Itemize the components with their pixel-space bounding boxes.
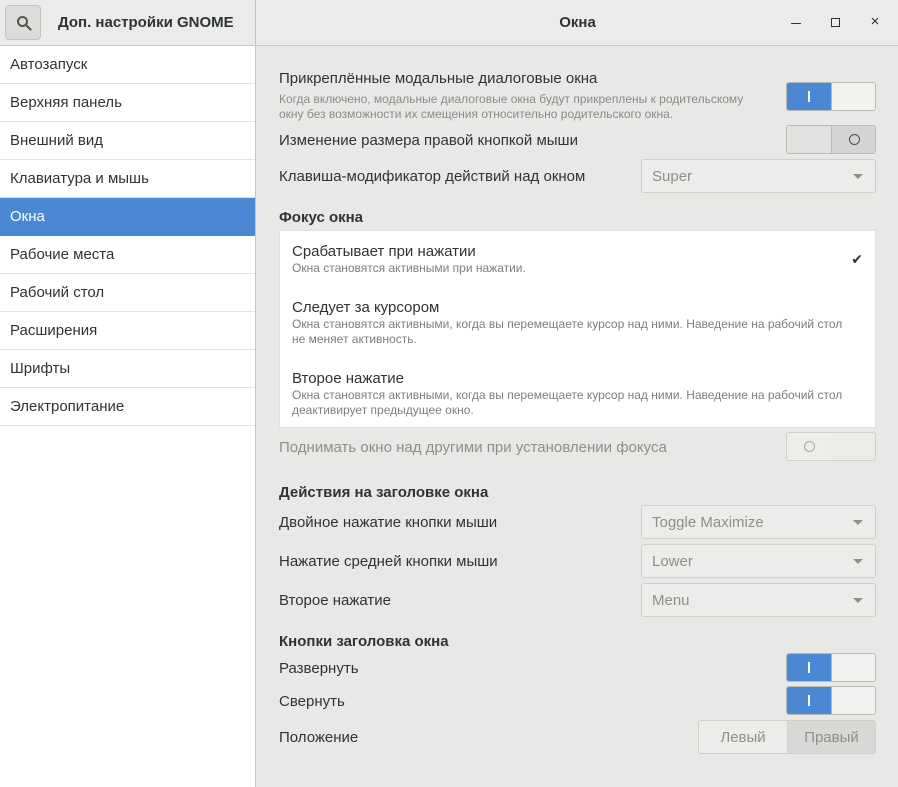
switch-on-half <box>787 687 831 714</box>
switch-on-indicator <box>808 695 810 706</box>
placement-right-button[interactable]: Правый <box>787 720 876 754</box>
focus-section-title: Фокус окна <box>279 209 364 226</box>
focus-mode-list: Срабатывает при нажатии Окна становятся … <box>279 230 876 428</box>
sidebar-item-label: Окна <box>10 208 45 225</box>
sidebar-item-windows[interactable]: Окна <box>0 198 255 236</box>
chevron-down-icon <box>853 520 863 525</box>
header-bar: Доп. настройки GNOME Окна × <box>0 0 898 46</box>
modifier-key-dropdown[interactable]: Super <box>641 159 876 193</box>
raise-on-focus-switch[interactable] <box>786 432 876 461</box>
sidebar-item-top-bar[interactable]: Верхняя панель <box>0 84 255 122</box>
attach-modal-desc-line1: Когда включено, модальные диалоговые окн… <box>279 92 744 106</box>
close-button[interactable]: × <box>865 12 885 32</box>
switch-on-half <box>787 126 831 153</box>
maximize-icon <box>830 17 840 27</box>
sidebar: Автозапуск Верхняя панель Внешний вид Кл… <box>0 46 256 787</box>
double-click-dropdown[interactable]: Toggle Maximize <box>641 505 876 539</box>
maximize-label: Развернуть <box>279 660 359 677</box>
maximize-button[interactable] <box>825 12 845 32</box>
focus-option-title: Следует за курсором <box>292 299 440 316</box>
sidebar-item-power[interactable]: Электропитание <box>0 388 255 426</box>
middle-click-dropdown[interactable]: Lower <box>641 544 876 578</box>
minimize-button[interactable] <box>786 12 806 32</box>
focus-option-secondary[interactable]: Второе нажатие Окна становятся активными… <box>292 370 867 418</box>
attach-modal-switch[interactable] <box>786 82 876 111</box>
focus-option-desc: Окна становятся активными, когда вы пере… <box>292 388 867 418</box>
switch-off-half <box>787 433 831 460</box>
sidebar-item-workspaces[interactable]: Рабочие места <box>0 236 255 274</box>
placement-right-label: Правый <box>804 728 859 746</box>
minimize-label: Свернуть <box>279 693 345 710</box>
sidebar-item-label: Рабочие места <box>10 246 115 263</box>
focus-option-desc-line2: деактивирует предыдущее окно. <box>292 403 474 417</box>
sidebar-item-fonts[interactable]: Шрифты <box>0 350 255 388</box>
sidebar-item-label: Рабочий стол <box>10 284 105 301</box>
focus-option-desc-line1: Окна становятся активными, когда вы пере… <box>292 317 843 331</box>
switch-off-half <box>831 687 875 714</box>
sidebar-item-label: Шрифты <box>10 360 71 377</box>
placement-left-button[interactable]: Левый <box>698 720 788 754</box>
secondary-click-value: Menu <box>652 592 690 609</box>
switch-off-half <box>831 83 875 110</box>
maximize-switch[interactable] <box>786 653 876 682</box>
titlebar-actions-section-title: Действия на заголовке окна <box>279 484 489 501</box>
focus-option-desc: Окна становятся активными при нажатии. <box>292 261 526 275</box>
switch-off-half <box>831 126 875 153</box>
search-button[interactable] <box>5 5 41 40</box>
minimize-switch[interactable] <box>786 686 876 715</box>
switch-off-indicator <box>849 134 860 145</box>
modifier-key-label: Клавиша-модификатор действий над окном <box>279 168 586 185</box>
switch-on-indicator <box>808 662 810 673</box>
sidebar-item-label: Верхняя панель <box>10 94 122 111</box>
focus-option-click[interactable]: Срабатывает при нажатии Окна становятся … <box>292 243 867 276</box>
switch-off-half <box>831 654 875 681</box>
sidebar-item-keyboard-mouse[interactable]: Клавиатура и мышь <box>0 160 255 198</box>
titlebar-buttons-section-title: Кнопки заголовка окна <box>279 633 449 650</box>
switch-off-indicator <box>804 441 815 452</box>
search-icon <box>17 16 32 31</box>
focus-option-title: Второе нажатие <box>292 370 405 387</box>
modifier-key-value: Super <box>652 168 693 185</box>
switch-on-half <box>787 83 831 110</box>
attach-modal-desc-line2: окну без возможности их смещения относит… <box>279 107 674 121</box>
middle-click-label: Нажатие средней кнопки мыши <box>279 553 498 570</box>
switch-on-indicator <box>808 91 810 102</box>
minimize-icon <box>791 22 801 24</box>
settings-panel: Прикреплённые модальные диалоговые окна … <box>257 46 898 787</box>
double-click-label: Двойное нажатие кнопки мыши <box>279 514 498 531</box>
focus-option-desc: Окна становятся активными, когда вы пере… <box>292 317 867 347</box>
focus-option-desc-line1: Окна становятся активными, когда вы пере… <box>292 388 843 402</box>
placement-left-label: Левый <box>720 728 766 746</box>
resize-right-click-label: Изменение размера правой кнопкой мыши <box>279 132 578 149</box>
chevron-down-icon <box>853 598 863 603</box>
focus-option-title: Срабатывает при нажатии <box>292 243 476 260</box>
attach-modal-label: Прикреплённые модальные диалоговые окна <box>279 70 598 87</box>
focus-option-desc-line2: не меняет активность. <box>292 332 417 346</box>
sidebar-item-label: Автозапуск <box>10 56 88 73</box>
switch-on-half <box>787 654 831 681</box>
chevron-down-icon <box>853 174 863 179</box>
check-icon: ✔ <box>851 251 863 267</box>
placement-label: Положение <box>279 729 359 746</box>
double-click-value: Toggle Maximize <box>652 514 764 531</box>
sidebar-item-desktop[interactable]: Рабочий стол <box>0 274 255 312</box>
attach-modal-description: Когда включено, модальные диалоговые окн… <box>279 92 743 122</box>
sidebar-item-extensions[interactable]: Расширения <box>0 312 255 350</box>
raise-on-focus-label: Поднимать окно над другими при установле… <box>279 439 667 456</box>
sidebar-item-appearance[interactable]: Внешний вид <box>0 122 255 160</box>
resize-right-click-switch[interactable] <box>786 125 876 154</box>
sidebar-item-label: Расширения <box>10 322 98 339</box>
focus-option-mouse[interactable]: Следует за курсором Окна становятся акти… <box>292 299 867 347</box>
header-left: Доп. настройки GNOME <box>0 0 256 45</box>
middle-click-value: Lower <box>652 553 693 570</box>
app-title: Доп. настройки GNOME <box>58 14 234 31</box>
secondary-click-label: Второе нажатие <box>279 592 392 609</box>
sidebar-item-label: Клавиатура и мышь <box>10 170 149 187</box>
chevron-down-icon <box>853 559 863 564</box>
close-icon: × <box>870 13 880 30</box>
sidebar-item-label: Электропитание <box>10 398 125 415</box>
sidebar-item-autostart[interactable]: Автозапуск <box>0 46 255 84</box>
sidebar-item-label: Внешний вид <box>10 132 103 149</box>
secondary-click-dropdown[interactable]: Menu <box>641 583 876 617</box>
